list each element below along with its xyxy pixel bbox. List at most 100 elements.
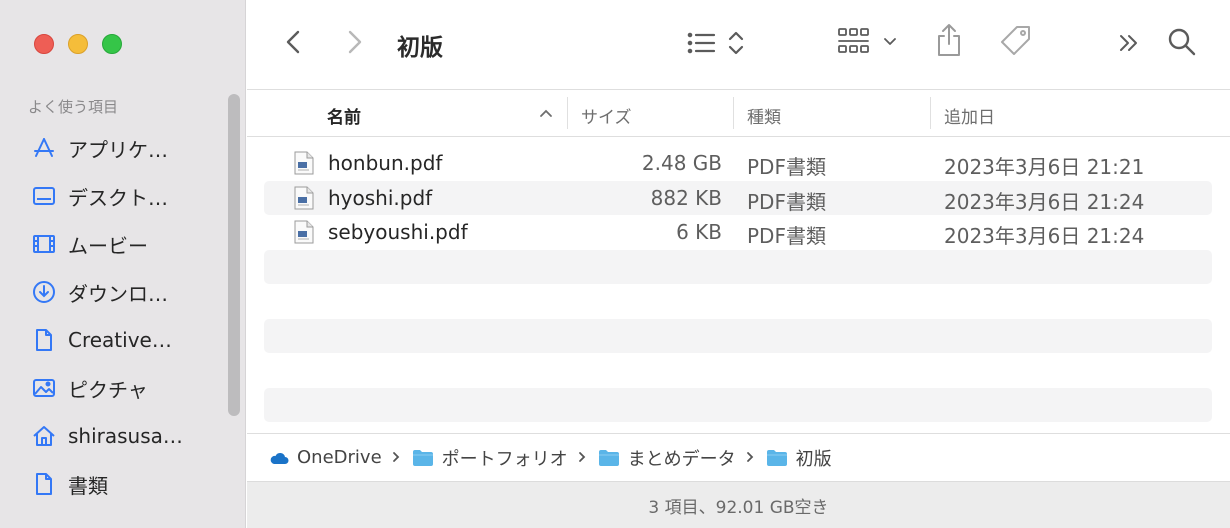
file-date-added: 2023年3月6日 21:24 — [944, 189, 1145, 214]
forward-button[interactable] — [343, 28, 367, 60]
file-date-added: 2023年3月6日 21:21 — [944, 155, 1145, 179]
sidebar-item-label: Creative… — [68, 328, 172, 352]
column-header-name[interactable]: 名前 — [327, 103, 361, 128]
empty-row — [264, 353, 1212, 388]
view-mode-list-button[interactable] — [687, 30, 749, 60]
chevron-right-icon — [746, 448, 754, 467]
column-separator[interactable] — [733, 97, 734, 129]
pdf-file-icon — [294, 186, 314, 210]
sidebar-item-label: ピクチャ — [68, 377, 148, 402]
file-size: 6 KB — [676, 220, 722, 244]
documents-icon — [32, 472, 56, 496]
more-toolbar-button[interactable] — [1117, 32, 1141, 58]
double-chevron-right-icon — [1117, 31, 1141, 59]
sidebar-item-home[interactable]: shirasusa… — [0, 412, 230, 460]
onedrive-icon — [269, 451, 289, 465]
toolbar: 初版 — [247, 0, 1230, 90]
sidebar-item-movies[interactable]: ムービー — [0, 220, 230, 268]
empty-row — [264, 387, 1212, 422]
status-text: 3 項目、92.01 GB空き — [648, 497, 829, 518]
close-button[interactable] — [34, 34, 54, 54]
sidebar-item-label: shirasusa… — [68, 424, 183, 448]
back-button[interactable] — [281, 28, 305, 60]
status-bar: 3 項目、92.01 GB空き — [247, 481, 1230, 528]
path-bar: OneDrive ポートフォリオ まとめデータ 初版 — [247, 433, 1230, 481]
search-icon — [1167, 27, 1197, 61]
file-row[interactable]: honbun.pdf 2.48 GB PDF書類 2023年3月6日 21:21 — [264, 146, 1212, 181]
path-item-onedrive[interactable]: OneDrive — [269, 447, 382, 468]
minimize-button[interactable] — [68, 34, 88, 54]
path-item-label: 初版 — [795, 448, 832, 470]
empty-row — [264, 318, 1212, 353]
downloads-icon — [32, 280, 56, 304]
path-item-portfolio[interactable]: ポートフォリオ — [412, 445, 568, 471]
home-icon — [32, 424, 56, 448]
sidebar: よく使う項目 アプリケ… デスクト… ムービー ダウンロ… Creative… … — [0, 0, 246, 528]
share-icon — [935, 22, 963, 62]
file-kind: PDF書類 — [747, 155, 826, 179]
sidebar-item-pictures[interactable]: ピクチャ — [0, 364, 230, 412]
desktop-icon — [32, 184, 56, 208]
document-icon — [32, 328, 56, 352]
tag-button[interactable] — [999, 26, 1033, 60]
group-by-button[interactable] — [837, 28, 899, 60]
pdf-file-icon — [294, 220, 314, 244]
zoom-button[interactable] — [102, 34, 122, 54]
list-view-icon — [687, 29, 749, 61]
file-list: honbun.pdf 2.48 GB PDF書類 2023年3月6日 21:21… — [264, 146, 1212, 422]
applications-icon — [32, 136, 56, 160]
chevron-right-icon — [347, 29, 363, 59]
tag-icon — [999, 24, 1033, 62]
file-name: sebyoushi.pdf — [328, 220, 468, 244]
column-header-bar: 名前 サイズ 種類 追加日 — [247, 91, 1230, 137]
path-item-first-edition[interactable]: 初版 — [766, 445, 832, 471]
column-header-kind[interactable]: 種類 — [747, 103, 781, 128]
sidebar-item-label: アプリケ… — [68, 137, 168, 162]
sidebar-item-downloads[interactable]: ダウンロ… — [0, 268, 230, 316]
sidebar-item-label: ムービー — [68, 233, 148, 258]
file-name: hyoshi.pdf — [328, 185, 433, 210]
path-item-label: OneDrive — [297, 447, 382, 468]
path-item-label: まとめデータ — [627, 448, 736, 470]
sort-ascending-icon[interactable] — [539, 105, 553, 124]
sidebar-scrollbar[interactable] — [228, 94, 240, 416]
column-header-size[interactable]: サイズ — [581, 103, 632, 128]
sidebar-item-applications[interactable]: アプリケ… — [0, 124, 230, 172]
file-kind: PDF書類 — [747, 189, 826, 214]
folder-icon — [412, 449, 434, 467]
file-name: honbun.pdf — [328, 151, 443, 175]
folder-icon — [598, 449, 620, 467]
sidebar-item-label: デスクト… — [68, 185, 168, 210]
file-size: 2.48 GB — [641, 151, 722, 175]
chevron-right-icon — [578, 448, 586, 467]
sidebar-item-label: 書類 — [68, 473, 108, 498]
path-item-summary-data[interactable]: まとめデータ — [598, 445, 736, 471]
file-row[interactable]: sebyoushi.pdf 6 KB PDF書類 2023年3月6日 21:24 — [264, 215, 1212, 250]
grid-view-icon — [837, 26, 899, 62]
share-button[interactable] — [935, 24, 963, 60]
chevron-left-icon — [285, 29, 301, 59]
pdf-file-icon — [294, 151, 314, 175]
sidebar-items: アプリケ… デスクト… ムービー ダウンロ… Creative… ピクチャ sh… — [0, 124, 230, 508]
empty-row — [264, 284, 1212, 319]
window-title: 初版 — [397, 35, 443, 61]
file-kind: PDF書類 — [747, 224, 826, 248]
window-controls — [34, 34, 122, 54]
chevron-right-icon — [392, 448, 400, 467]
sidebar-item-label: ダウンロ… — [68, 281, 168, 306]
pictures-icon — [32, 376, 56, 400]
folder-icon — [766, 449, 788, 467]
path-item-label: ポートフォリオ — [441, 448, 568, 470]
sidebar-item-documents[interactable]: 書類 — [0, 460, 230, 508]
movies-icon — [32, 232, 56, 256]
sidebar-item-desktop[interactable]: デスクト… — [0, 172, 230, 220]
empty-row — [264, 249, 1212, 284]
sidebar-item-creative[interactable]: Creative… — [0, 316, 230, 364]
file-date-added: 2023年3月6日 21:24 — [944, 224, 1145, 248]
file-row[interactable]: hyoshi.pdf 882 KB PDF書類 2023年3月6日 21:24 — [264, 180, 1212, 215]
column-separator[interactable] — [930, 97, 931, 129]
column-header-date-added[interactable]: 追加日 — [944, 103, 995, 128]
sidebar-section-favorites: よく使う項目 — [28, 98, 119, 116]
search-button[interactable] — [1167, 28, 1197, 60]
column-separator[interactable] — [567, 97, 568, 129]
